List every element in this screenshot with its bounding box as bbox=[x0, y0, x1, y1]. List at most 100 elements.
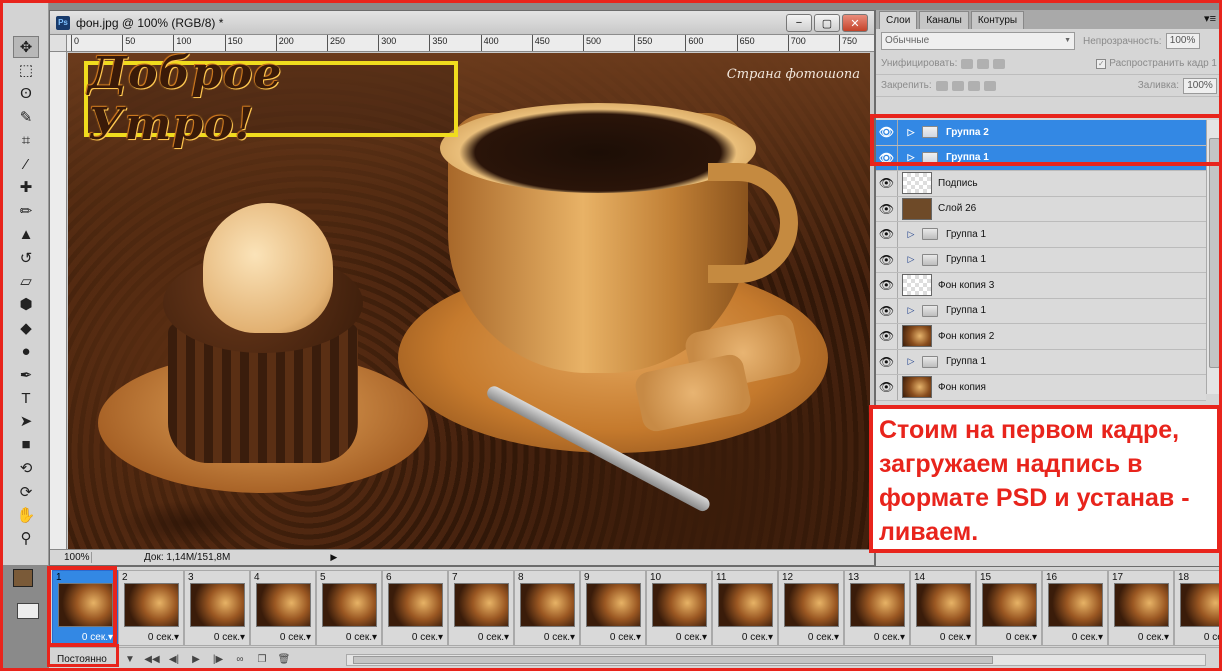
foreground-color-swatch[interactable] bbox=[13, 569, 33, 587]
bucket-tool-icon[interactable]: ⬢ bbox=[13, 293, 39, 315]
loop-dropdown-icon[interactable]: ▼ bbox=[119, 654, 141, 665]
zoom-field[interactable]: 100% bbox=[50, 552, 92, 563]
visibility-eye-icon[interactable]: 👁 bbox=[876, 375, 898, 400]
visibility-eye-icon[interactable]: 👁 bbox=[876, 247, 898, 272]
animation-frame[interactable]: 18 0 сек.▾ bbox=[1174, 570, 1219, 646]
group-expand-icon[interactable]: ▷ bbox=[904, 356, 918, 367]
blend-mode-select[interactable]: Обычные bbox=[881, 32, 1075, 50]
next-frame-icon[interactable]: |▶ bbox=[207, 654, 229, 665]
group-expand-icon[interactable]: ▷ bbox=[904, 254, 918, 265]
lock-transparency-icon[interactable] bbox=[935, 80, 948, 91]
propagate-frame-checkbox[interactable]: ✓ bbox=[1096, 58, 1107, 69]
lock-move-icon[interactable] bbox=[967, 80, 980, 91]
frame-delay[interactable]: 0 сек.▾ bbox=[214, 632, 245, 643]
animation-frame[interactable]: 6 0 сек.▾ bbox=[382, 570, 448, 646]
unify-style-icon[interactable] bbox=[993, 58, 1006, 69]
document-canvas[interactable]: Доброе Утро! Страна фотошопа bbox=[68, 53, 870, 551]
layer-row[interactable]: 👁 Фон копия 3 bbox=[876, 273, 1206, 299]
lock-brush-icon[interactable] bbox=[951, 80, 964, 91]
type-tool-icon[interactable]: T bbox=[13, 387, 39, 409]
frame-delay[interactable]: 0 сек.▾ bbox=[1072, 632, 1103, 643]
shape-tool-icon[interactable]: ■ bbox=[13, 434, 39, 456]
previous-frame-icon[interactable]: ◀| bbox=[163, 654, 185, 665]
layer-row[interactable]: 👁 Подпись bbox=[876, 171, 1206, 197]
frame-delay[interactable]: 0 сек.▾ bbox=[544, 632, 575, 643]
layer-row[interactable]: 👁 ▷ Группа 1 bbox=[876, 349, 1206, 375]
group-expand-icon[interactable]: ▷ bbox=[904, 305, 918, 316]
delete-frame-icon[interactable]: 🗑 bbox=[273, 654, 295, 665]
pen-tool-icon[interactable]: ✒ bbox=[13, 364, 39, 386]
3d-orbit-tool-icon[interactable]: ⟳ bbox=[13, 481, 39, 503]
maximize-button[interactable]: ▢ bbox=[814, 14, 840, 32]
layer-row[interactable]: 👁 Слой 26 bbox=[876, 196, 1206, 222]
tween-icon[interactable]: ∞ bbox=[229, 654, 251, 665]
animation-frame[interactable]: 12 0 сек.▾ bbox=[778, 570, 844, 646]
frame-delay[interactable]: 0 сек.▾ bbox=[676, 632, 707, 643]
brush-tool-icon[interactable]: ✏ bbox=[13, 200, 39, 222]
animation-frame[interactable]: 2 0 сек.▾ bbox=[118, 570, 184, 646]
frame-delay[interactable]: 0 сек.▾ bbox=[610, 632, 641, 643]
lasso-tool-icon[interactable]: ʘ bbox=[13, 83, 39, 105]
frame-delay[interactable]: 0 сек.▾ bbox=[1204, 632, 1219, 643]
frame-delay[interactable]: 0 сек.▾ bbox=[1138, 632, 1169, 643]
move-tool-icon[interactable]: ✥ bbox=[13, 36, 39, 58]
greeting-text-box[interactable]: Доброе Утро! bbox=[84, 53, 458, 150]
layer-row[interactable]: 👁 ▷ Группа 1 bbox=[876, 247, 1206, 273]
layer-row[interactable]: 👁 Фон копия bbox=[876, 375, 1206, 401]
visibility-eye-icon[interactable]: 👁 bbox=[876, 298, 898, 323]
layer-row[interactable]: 👁 Фон копия 2 bbox=[876, 324, 1206, 350]
marquee-tool-icon[interactable]: ⬚ bbox=[13, 59, 39, 81]
minimize-button[interactable]: − bbox=[786, 14, 812, 32]
horizontal-ruler[interactable]: 0 50 100 150 200 250 300 350 400 450 500 550 600 650 7… bbox=[67, 35, 874, 52]
animation-frame[interactable]: 15 0 сек.▾ bbox=[976, 570, 1042, 646]
animation-frame[interactable]: 7 0 сек.▾ bbox=[448, 570, 514, 646]
3d-rotate-tool-icon[interactable]: ⟲ bbox=[13, 457, 39, 479]
stamp-tool-icon[interactable]: ▲ bbox=[13, 223, 39, 245]
visibility-eye-icon[interactable]: 👁 bbox=[876, 171, 898, 196]
visibility-eye-icon[interactable]: 👁 bbox=[876, 324, 898, 349]
animation-frame[interactable]: 5 0 сек.▾ bbox=[316, 570, 382, 646]
document-titlebar[interactable]: Ps фон.jpg @ 100% (RGB/8) * − ▢ ✕ bbox=[50, 11, 874, 35]
unify-visibility-icon[interactable] bbox=[977, 58, 990, 69]
frame-delay[interactable]: 0 сек.▾ bbox=[808, 632, 839, 643]
animation-frame[interactable]: 9 0 сек.▾ bbox=[580, 570, 646, 646]
crop-tool-icon[interactable]: ⌗ bbox=[13, 130, 39, 152]
frame-delay[interactable]: 0 сек.▾ bbox=[346, 632, 377, 643]
history-brush-icon[interactable]: ↺ bbox=[13, 247, 39, 269]
animation-frame[interactable]: 3 0 сек.▾ bbox=[184, 570, 250, 646]
animation-frame[interactable]: 17 0 сек.▾ bbox=[1108, 570, 1174, 646]
animation-frame[interactable]: 8 0 сек.▾ bbox=[514, 570, 580, 646]
vertical-ruler[interactable] bbox=[50, 52, 67, 549]
animation-frame[interactable]: 16 0 сек.▾ bbox=[1042, 570, 1108, 646]
visibility-eye-icon[interactable]: 👁 bbox=[876, 222, 898, 247]
eraser-tool-icon[interactable]: ▱ bbox=[13, 270, 39, 292]
status-menu-icon[interactable]: ▶ bbox=[330, 552, 337, 563]
healing-tool-icon[interactable]: ✚ bbox=[13, 176, 39, 198]
frame-delay[interactable]: 0 сек.▾ bbox=[478, 632, 509, 643]
zoom-tool-icon[interactable]: ⚲ bbox=[13, 527, 39, 549]
first-frame-icon[interactable]: ◀◀ bbox=[141, 654, 163, 665]
quick-select-tool-icon[interactable]: ✎ bbox=[13, 106, 39, 128]
animation-frame[interactable]: 13 0 сек.▾ bbox=[844, 570, 910, 646]
frames-scrollbar[interactable] bbox=[346, 654, 1206, 666]
play-icon[interactable]: ▶ bbox=[185, 654, 207, 665]
frame-delay[interactable]: 0 сек.▾ bbox=[412, 632, 443, 643]
fill-field[interactable]: 100% bbox=[1183, 77, 1217, 94]
eyedropper-tool-icon[interactable]: ⁄ bbox=[13, 153, 39, 175]
frame-delay[interactable]: 0 сек.▾ bbox=[742, 632, 773, 643]
path-select-tool-icon[interactable]: ➤ bbox=[13, 410, 39, 432]
duplicate-frame-icon[interactable]: ❐ bbox=[251, 654, 273, 665]
ruler-origin[interactable] bbox=[50, 35, 67, 52]
animation-frame[interactable]: 4 0 сек.▾ bbox=[250, 570, 316, 646]
frame-delay[interactable]: 0 сек.▾ bbox=[1006, 632, 1037, 643]
group-expand-icon[interactable]: ▷ bbox=[904, 229, 918, 240]
dodge-tool-icon[interactable]: ● bbox=[13, 340, 39, 362]
visibility-eye-icon[interactable]: 👁 bbox=[876, 273, 898, 298]
tab-layers[interactable]: Слои bbox=[879, 11, 918, 29]
visibility-eye-icon[interactable]: 👁 bbox=[876, 349, 898, 374]
frame-delay[interactable]: 0 сек.▾ bbox=[940, 632, 971, 643]
animation-frame[interactable]: 11 0 сек.▾ bbox=[712, 570, 778, 646]
quick-mask-icon[interactable] bbox=[17, 603, 39, 619]
unify-position-icon[interactable] bbox=[961, 58, 974, 69]
animation-frame[interactable]: 14 0 сек.▾ bbox=[910, 570, 976, 646]
